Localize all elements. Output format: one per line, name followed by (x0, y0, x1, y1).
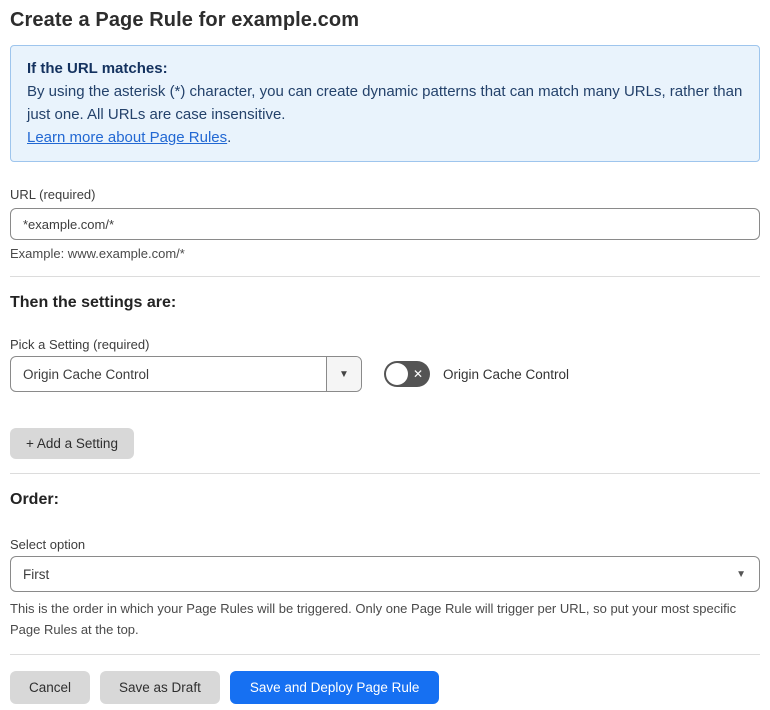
info-box-heading: If the URL matches: (27, 60, 168, 77)
url-label: URL (required) (10, 187, 96, 202)
toggle-off-x-icon: ✕ (412, 367, 423, 381)
divider (10, 654, 760, 655)
footer-actions: Cancel Save as Draft Save and Deploy Pag… (10, 671, 760, 704)
save-as-draft-button[interactable]: Save as Draft (100, 671, 220, 704)
chevron-down-icon: ▼ (736, 568, 746, 580)
learn-more-link[interactable]: Learn more about Page Rules (27, 129, 227, 146)
info-box-body: By using the asterisk (*) character, you… (27, 83, 743, 123)
settings-section-heading: Then the settings are: (10, 294, 177, 311)
toggle-label: Origin Cache Control (443, 366, 570, 382)
chevron-down-icon[interactable]: ▼ (326, 357, 361, 391)
setting-select[interactable]: Origin Cache Control ▼ (10, 356, 362, 392)
pick-setting-label: Pick a Setting (required) (10, 337, 150, 352)
url-match-info-box: If the URL matches: By using the asteris… (10, 45, 760, 162)
order-section-heading: Order: (10, 491, 59, 508)
order-helper-text: This is the order in which your Page Rul… (10, 601, 737, 637)
add-setting-button[interactable]: + Add a Setting (10, 428, 134, 459)
toggle-knob (386, 363, 408, 385)
page-title: Create a Page Rule for example.com (10, 9, 360, 31)
setting-row: Origin Cache Control ▼ ✕ Origin Cache Co… (10, 356, 760, 392)
save-and-deploy-button[interactable]: Save and Deploy Page Rule (229, 671, 440, 704)
order-select-label: Select option (10, 537, 86, 552)
order-select-value: First (23, 566, 50, 582)
divider (10, 473, 760, 474)
cancel-button[interactable]: Cancel (10, 671, 91, 704)
link-period: . (227, 129, 232, 146)
info-box-link-line: Learn more about Page Rules. (27, 126, 743, 149)
url-input[interactable] (10, 208, 760, 240)
page-rule-form: Create a Page Rule for example.com If th… (0, 0, 770, 704)
divider (10, 276, 760, 277)
origin-cache-control-toggle[interactable]: ✕ (384, 361, 430, 387)
order-select[interactable]: First ▼ (10, 556, 760, 592)
setting-select-value: Origin Cache Control (23, 366, 150, 382)
url-example-helper: Example: www.example.com/* (10, 246, 185, 261)
